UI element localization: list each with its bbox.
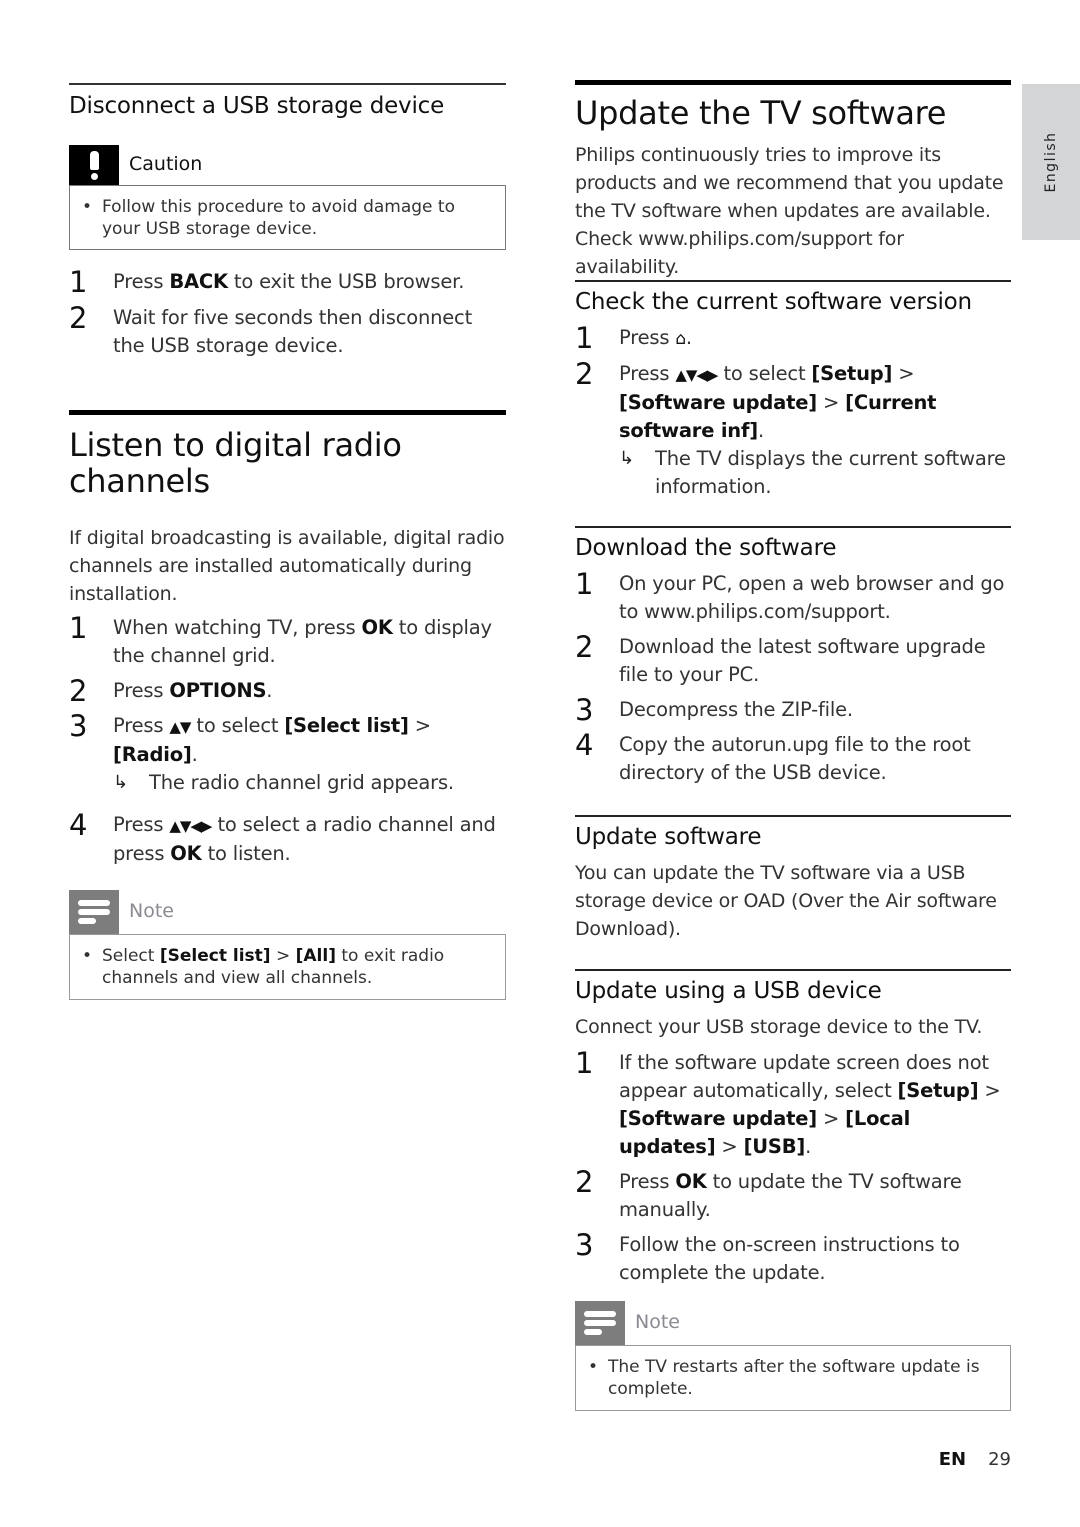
step-item: 4 Copy the autorun.upg file to the root … (575, 728, 971, 784)
step-number: 2 (575, 357, 594, 391)
step-result: ↳ The radio channel grid appears. (113, 769, 506, 797)
step-item: 3 Decompress the ZIP-file. (575, 693, 853, 727)
footer-language-code: EN (938, 1449, 967, 1470)
note-item: Select [Select list] > [All] to exit rad… (82, 945, 495, 989)
menu-setup: [Setup] (897, 1079, 979, 1102)
caution-exclamation-icon (69, 145, 119, 185)
step-number: 3 (575, 1228, 594, 1262)
step-item: 1 If the software update screen does not… (575, 1046, 1001, 1158)
chapter-divider (575, 80, 1011, 85)
menu-setup: [Setup] (811, 362, 893, 385)
intro-paragraph: If digital broadcasting is available, di… (69, 527, 505, 605)
note-item: The TV restarts after the software updat… (588, 1356, 1000, 1400)
step-item: 1 Press BACK to exit the USB browser. (69, 265, 465, 299)
intro-paragraph: Philips continuously tries to improve it… (575, 144, 1004, 278)
page-number: 29 (988, 1449, 1011, 1470)
section-title: Disconnect a USB storage device (69, 93, 445, 119)
note-box: Note The TV restarts after the software … (575, 1301, 1011, 1411)
section-paragraph: Connect your USB storage device to the T… (575, 1016, 983, 1038)
key-ok: OK (675, 1170, 707, 1193)
section-divider (575, 280, 1011, 282)
key-options: OPTIONS (169, 679, 267, 702)
step-item: 2 Press ▲▼◀▶ to select [Setup] > [Softwa… (575, 357, 1011, 501)
step-item: 3 Press ▲▼ to select [Select list] > [Ra… (69, 709, 506, 797)
section-digital-radio: Listen to digital radio channels If digi… (69, 410, 506, 1000)
section-divider (575, 815, 1011, 817)
step-number: 2 (575, 630, 594, 664)
step-item: 2 Wait for five seconds then disconnect … (69, 301, 473, 357)
menu-usb: [USB] (743, 1135, 806, 1158)
navigation-arrows-icon: ▲▼◀▶ (169, 817, 212, 835)
note-lines-icon (69, 890, 119, 934)
note-label: Note (635, 1311, 680, 1333)
step-number: 4 (575, 728, 594, 762)
step-item: 3 Follow the on-screen instructions to c… (575, 1228, 960, 1284)
caution-body: Follow this procedure to avoid damage to… (69, 185, 506, 250)
language-tab: English (1022, 84, 1080, 240)
step-item: 1 Press ⌂. (575, 321, 692, 355)
language-tab-label: English (1043, 131, 1059, 193)
section-title: Download the software (575, 535, 837, 561)
menu-software-update: [Software update] (619, 391, 817, 414)
section-title: Update using a USB device (575, 978, 882, 1004)
step-item: 2 Press OK to update the TV software man… (575, 1165, 962, 1221)
menu-radio: [Radio] (113, 743, 192, 766)
step-number: 2 (69, 674, 88, 708)
section-disconnect-usb: Disconnect a USB storage device Caution … (69, 83, 506, 360)
section-update-usb: Update using a USB device Connect your U… (575, 969, 1011, 1411)
step-number: 1 (575, 567, 594, 601)
home-icon: ⌂ (675, 329, 686, 349)
key-ok: OK (170, 842, 202, 865)
section-download-software: Download the software 1 On your PC, open… (575, 526, 1011, 787)
step-number: 2 (575, 1165, 594, 1199)
up-down-arrows-icon: ▲▼ (169, 718, 191, 736)
section-update-tv-software: Update the TV software Philips continuou… (575, 80, 1011, 281)
note-header: Note (69, 890, 506, 934)
section-title: Update software (575, 824, 762, 850)
navigation-arrows-icon: ▲▼◀▶ (675, 366, 718, 384)
section-paragraph: You can update the TV software via a USB… (575, 862, 997, 940)
page-footer: EN 29 (939, 1449, 1011, 1470)
note-label: Note (129, 900, 174, 922)
result-arrow-icon: ↳ (619, 448, 634, 469)
step-number: 3 (575, 693, 594, 727)
step-number: 1 (575, 1046, 594, 1080)
result-arrow-icon: ↳ (113, 772, 128, 793)
step-item: 2 Download the latest software upgrade f… (575, 630, 986, 686)
step-result: ↳ The TV displays the current software i… (619, 447, 1006, 498)
caution-item: Follow this procedure to avoid damage to… (82, 196, 495, 240)
section-divider (575, 526, 1011, 528)
step-number: 3 (69, 709, 88, 743)
caution-box: Caution Follow this procedure to avoid d… (69, 145, 506, 250)
note-header: Note (575, 1301, 1011, 1345)
step-item: 1 When watching TV, press OK to display … (69, 611, 492, 667)
step-item: 2 Press OPTIONS. (69, 674, 273, 708)
step-number: 4 (69, 808, 88, 842)
note-body: The TV restarts after the software updat… (575, 1345, 1011, 1411)
section-title: Check the current software version (575, 289, 972, 315)
note-body: Select [Select list] > [All] to exit rad… (69, 934, 506, 1000)
step-item: 4 Press ▲▼◀▶ to select a radio channel a… (69, 808, 496, 865)
step-number: 2 (69, 301, 88, 335)
menu-software-update: [Software update] (619, 1107, 817, 1130)
chapter-title: Update the TV software (575, 94, 947, 132)
chapter-divider (69, 410, 506, 415)
section-check-version: Check the current software version 1 Pre… (575, 280, 1011, 501)
key-back: BACK (169, 270, 228, 293)
section-update-software: Update software You can update the TV so… (575, 815, 1011, 943)
caution-header: Caution (69, 145, 506, 185)
step-item: 1 On your PC, open a web browser and go … (575, 567, 1005, 623)
section-divider (575, 969, 1011, 971)
note-lines-icon (575, 1301, 625, 1345)
section-divider (69, 83, 506, 85)
menu-select-list: [Select list] (284, 714, 409, 737)
caution-label: Caution (129, 153, 203, 175)
step-number: 1 (69, 611, 88, 645)
chapter-title: Listen to digital radio channels (69, 426, 402, 500)
step-number: 1 (69, 265, 88, 299)
step-number: 1 (575, 321, 594, 355)
key-ok: OK (361, 616, 393, 639)
note-box: Note Select [Select list] > [All] to exi… (69, 890, 506, 1000)
